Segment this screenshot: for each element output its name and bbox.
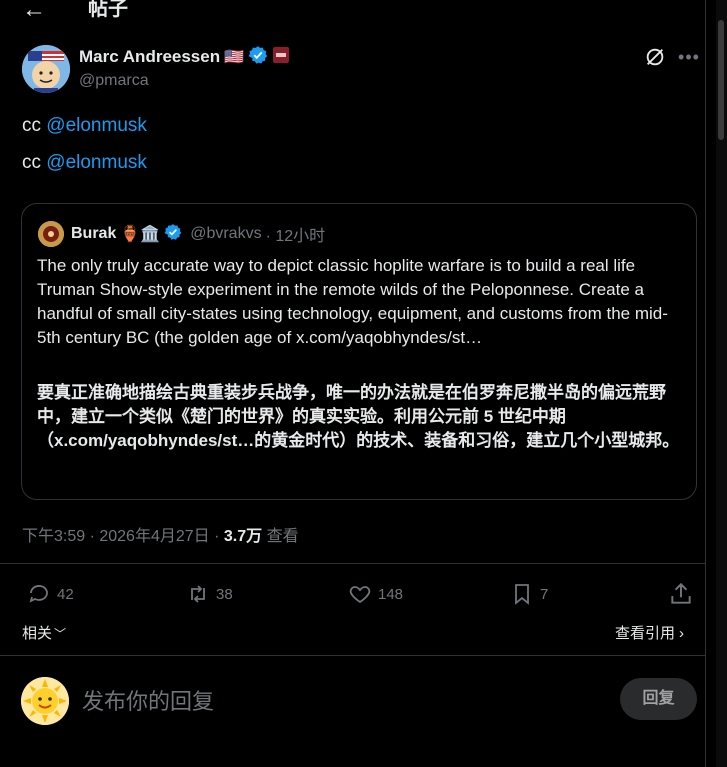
view-quotes-link[interactable]: 查看引用 › [615, 622, 684, 643]
post-timestamp[interactable]: 下午3:59 · 2026年4月27日 · [22, 528, 224, 545]
repost-action[interactable]: 38 [186, 581, 233, 607]
quoted-post-card[interactable]: Burak 🏺🏛️ @bvrakvs · 12小时 The only truly… [21, 203, 697, 500]
bookmark-count: 7 [540, 585, 549, 603]
reply-action[interactable]: 42 [27, 581, 74, 607]
quoted-post-time: · 12小时 [265, 228, 326, 245]
heart-icon [349, 586, 371, 604]
reply-input[interactable]: 发布你的回复 [82, 684, 214, 716]
like-action[interactable]: 148 [348, 581, 403, 607]
quoted-author-emoji: 🏺🏛️ [120, 226, 161, 243]
related-label: 相关 [22, 625, 53, 642]
verified-badge-icon[interactable] [248, 45, 268, 70]
scrollbar-thumb[interactable] [718, 20, 724, 140]
repost-count: 38 [216, 585, 233, 603]
quoted-post-translation: 要真正准确地描绘古典重装步兵战争，唯一的办法就是在伯罗奔尼撒半岛的偏远荒野中，建… [37, 383, 680, 450]
verified-badge-icon[interactable] [164, 223, 182, 246]
flag-emoji: 🇺🇸 [224, 49, 245, 66]
chevron-right-icon: › [679, 625, 685, 642]
quoted-post-header: Burak 🏺🏛️ @bvrakvs · 12小时 [71, 222, 325, 246]
related-dropdown[interactable]: 相关 ﹀ [22, 622, 66, 643]
tweet-text-line: cc @elonmusk [22, 152, 147, 174]
author-name[interactable]: Marc Andreessen [79, 47, 220, 67]
chevron-down-icon: ﹀ [54, 627, 67, 641]
post-meta: 下午3:59 · 2026年4月27日 · 3.7万 查看 [22, 522, 299, 546]
page-title: 帖子 [88, 0, 128, 20]
mention-link[interactable]: @elonmusk [46, 152, 147, 173]
page-header: ← 帖子 [0, 0, 705, 24]
divider [0, 655, 705, 656]
share-icon[interactable] [668, 581, 694, 607]
author-handle[interactable]: @pmarca [79, 72, 149, 90]
reply-count: 42 [57, 585, 74, 603]
more-options-icon[interactable]: ••• [678, 46, 700, 68]
quoted-author-avatar[interactable] [38, 221, 64, 247]
mention-link[interactable]: @elonmusk [46, 115, 147, 136]
back-arrow-icon[interactable]: ← [22, 0, 46, 22]
repost-icon [191, 585, 205, 603]
bookmark-action[interactable]: 7 [510, 581, 548, 607]
grok-icon[interactable] [644, 46, 666, 68]
views-label: 查看 [262, 528, 299, 545]
user-avatar[interactable] [21, 677, 69, 725]
reply-button[interactable]: 回复 [620, 678, 697, 720]
tweet-text: cc [22, 115, 47, 136]
like-count: 148 [378, 585, 404, 603]
bookmark-icon [515, 584, 529, 605]
quoted-author-handle[interactable]: @bvrakvs [190, 225, 261, 243]
author-avatar[interactable] [22, 45, 70, 93]
view-quotes-label: 查看引用 [615, 625, 676, 642]
divider [0, 563, 705, 564]
quoted-author-name[interactable]: Burak [71, 225, 116, 243]
tweet-text-line: cc @elonmusk [22, 115, 147, 137]
author-name-row: Marc Andreessen 🇺🇸 [79, 45, 290, 70]
views-count: 3.7万 [223, 528, 263, 545]
reply-icon [29, 585, 48, 603]
affiliate-badge-icon[interactable] [272, 46, 290, 69]
tweet-text: cc [22, 152, 47, 173]
quoted-post-text: The only truly accurate way to depict cl… [37, 256, 668, 347]
